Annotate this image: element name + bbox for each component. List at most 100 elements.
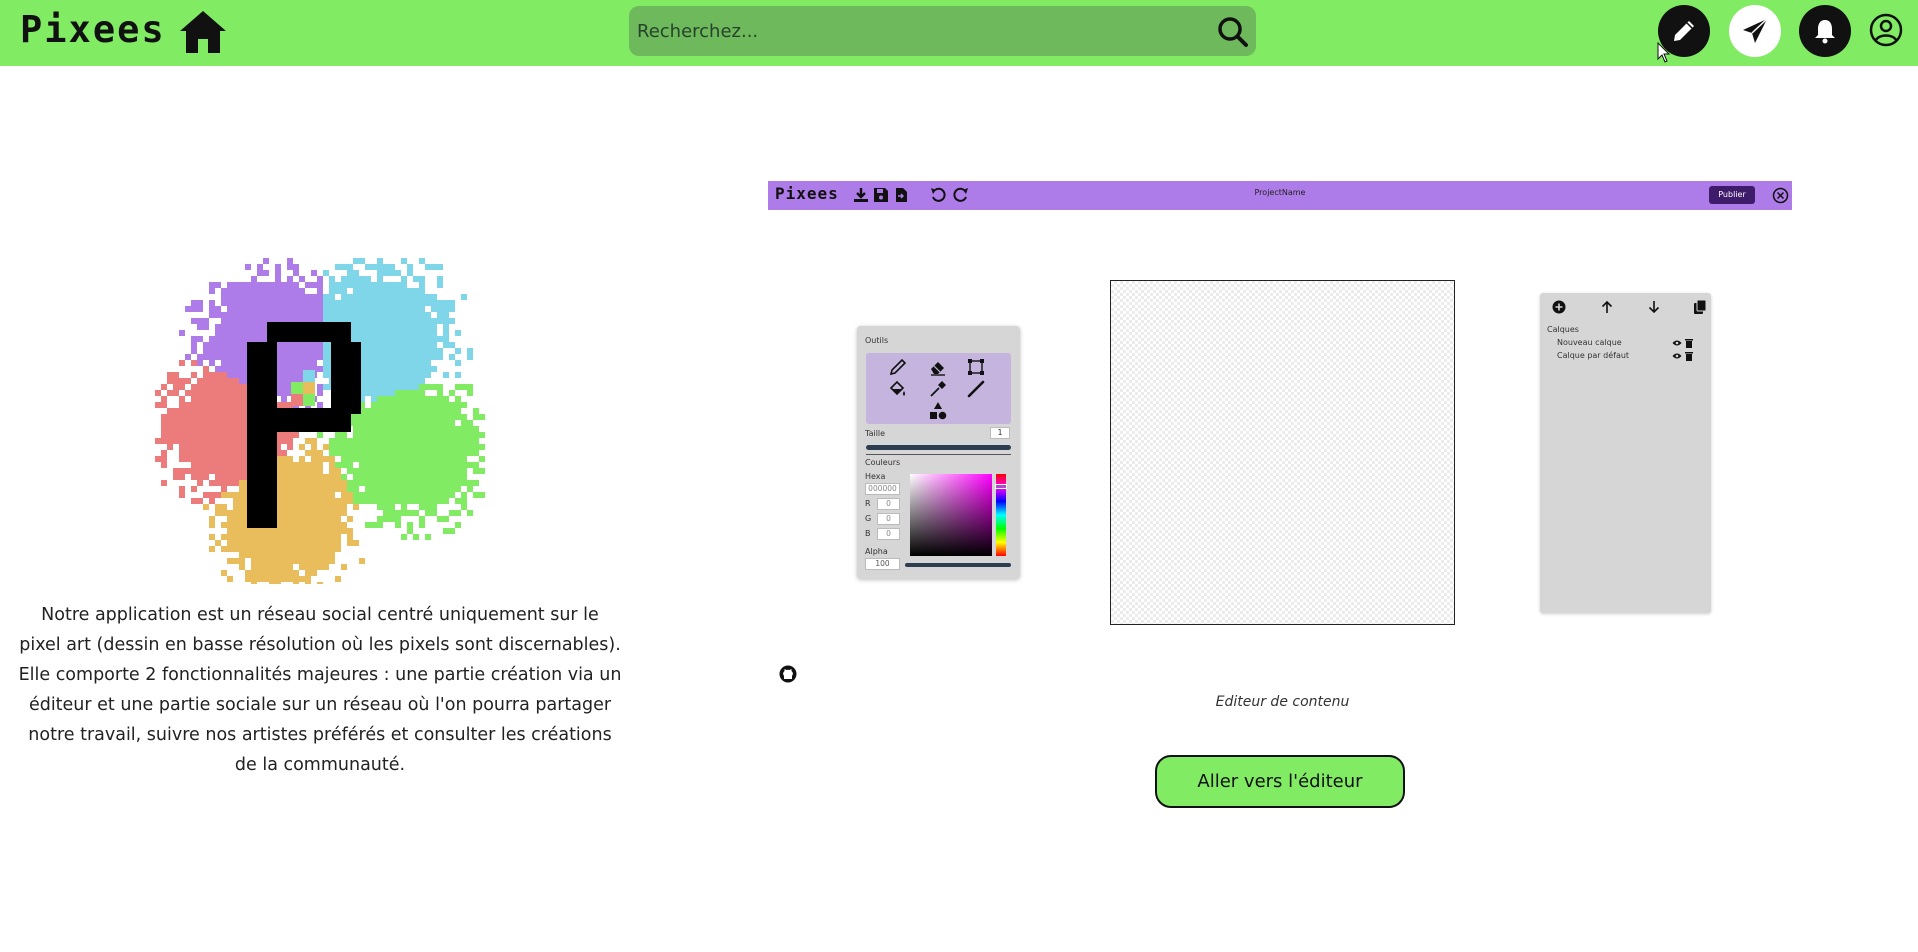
logo-pixel [275, 570, 281, 576]
arrow-down-icon[interactable] [1646, 299, 1662, 315]
logo-pixel [473, 426, 479, 432]
add-layer-icon[interactable] [1551, 299, 1567, 315]
logo-pixel [215, 426, 221, 432]
eraser-icon[interactable] [928, 357, 948, 377]
logo-pixel [467, 420, 473, 426]
logo-pixel [365, 300, 371, 306]
logo-pixel [299, 276, 305, 282]
logo-pixel [395, 414, 401, 420]
user-circle-icon[interactable] [1868, 12, 1904, 48]
logo-pixel [419, 342, 425, 348]
logo-pixel [209, 306, 215, 312]
logo-pixel [359, 276, 365, 282]
line-icon[interactable] [966, 379, 986, 399]
logo-pixel [461, 462, 467, 468]
logo-pixel [239, 432, 245, 438]
logo-pixel [359, 300, 365, 306]
logo-pixel [209, 384, 215, 390]
size-slider[interactable] [866, 445, 1011, 450]
logo-pixel [425, 474, 431, 480]
b-input[interactable]: 0 [877, 528, 900, 540]
logo-pixel [203, 384, 209, 390]
logo-pixel [185, 420, 191, 426]
logo-pixel [245, 576, 251, 582]
github-icon[interactable] [779, 665, 797, 683]
eyedropper-icon[interactable] [928, 379, 948, 399]
logo-pixel [365, 522, 371, 528]
logo-pixel [431, 420, 437, 426]
logo-pixel [191, 420, 197, 426]
logo-pixel [353, 282, 359, 288]
logo-pixel [305, 486, 311, 492]
logo-pixel [245, 264, 251, 270]
logo-pixel [293, 552, 299, 558]
select-icon[interactable] [966, 357, 986, 377]
search-input[interactable] [637, 6, 1197, 56]
logo-pixel [227, 540, 233, 546]
logo-pixel [455, 510, 461, 516]
search-icon[interactable] [1217, 16, 1249, 48]
alpha-input[interactable]: 100 [865, 558, 900, 570]
logo-pixel [377, 354, 383, 360]
logo-letter-stroke [247, 342, 277, 386]
logo-pixel [317, 546, 323, 552]
color-picker[interactable] [910, 474, 992, 556]
logo-pixel [377, 420, 383, 426]
logo-pixel [383, 294, 389, 300]
arrow-up-icon[interactable] [1599, 299, 1615, 315]
g-input[interactable]: 0 [877, 513, 900, 525]
logo-pixel [179, 456, 185, 462]
logo-pixel [191, 384, 197, 390]
logo-pixel [395, 474, 401, 480]
logo-pixel [197, 498, 203, 504]
trash-icon[interactable] [1685, 351, 1693, 361]
notifications-button[interactable] [1799, 5, 1851, 57]
logo-pixel [359, 306, 365, 312]
layer-item[interactable]: Calque par défaut [1557, 351, 1702, 362]
logo-pixel [185, 378, 191, 384]
alpha-slider[interactable] [905, 563, 1011, 567]
logo-pixel [413, 438, 419, 444]
logo-pixel [209, 378, 215, 384]
logo-pixel [293, 288, 299, 294]
project-name[interactable]: ProjectName [768, 188, 1792, 197]
size-input[interactable]: 1 [990, 427, 1010, 439]
trash-icon[interactable] [1685, 338, 1693, 348]
logo-pixel [359, 444, 365, 450]
publish-button[interactable]: Publier [1709, 186, 1755, 204]
logo-pixel [377, 366, 383, 372]
logo-pixel [377, 372, 383, 378]
home-icon[interactable] [178, 9, 228, 55]
eye-icon[interactable] [1672, 339, 1682, 347]
shapes-icon[interactable] [928, 401, 948, 421]
logo-pixel [209, 300, 215, 306]
logo-pixel [353, 540, 359, 546]
eye-icon[interactable] [1672, 352, 1682, 360]
logo-pixel [365, 360, 371, 366]
logo-pixel [269, 306, 275, 312]
pencil-icon[interactable] [888, 357, 908, 377]
messages-button[interactable] [1729, 5, 1781, 57]
logo-pixel [437, 402, 443, 408]
logo-pixel [239, 324, 245, 330]
logo-pixel [407, 408, 413, 414]
go-to-editor-button[interactable]: Aller vers l'éditeur [1155, 755, 1405, 808]
hue-knob[interactable] [995, 484, 1007, 489]
logo-pixel [263, 270, 269, 276]
layer-item[interactable]: Nouveau calque [1557, 338, 1702, 349]
logo-pixel [401, 336, 407, 342]
logo-pixel [395, 468, 401, 474]
hue-slider[interactable] [995, 474, 1007, 556]
logo-pixel [329, 510, 335, 516]
logo-pixel [431, 366, 437, 372]
r-input[interactable]: 0 [877, 498, 900, 510]
fill-icon[interactable] [888, 379, 908, 399]
logo-pixel [389, 414, 395, 420]
logo-pixel [425, 336, 431, 342]
logo-pixel [281, 294, 287, 300]
close-icon[interactable] [1772, 187, 1789, 204]
hexa-input[interactable]: 000000 [865, 483, 900, 495]
drawing-canvas[interactable] [1110, 280, 1455, 625]
copy-icon[interactable] [1692, 299, 1708, 315]
brand-logo[interactable]: Pixees [20, 8, 166, 51]
